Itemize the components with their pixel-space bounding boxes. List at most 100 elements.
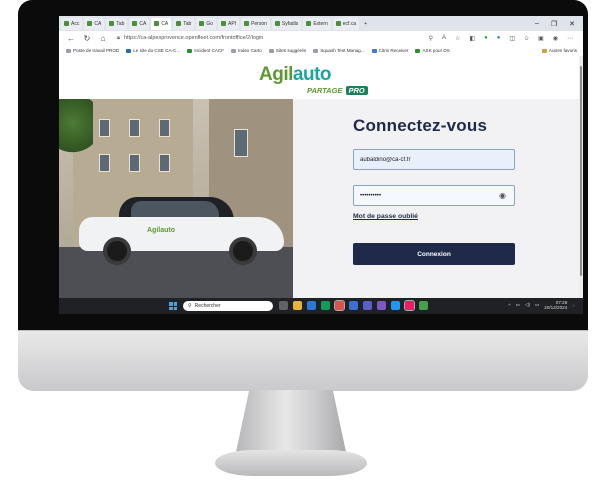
outlook-icon[interactable] (307, 301, 316, 310)
photo-window (234, 129, 248, 157)
bookmark[interactable]: Index Carto (231, 48, 262, 53)
notification-icon[interactable]: ◌ (572, 303, 575, 308)
tab[interactable]: Tab (106, 17, 128, 30)
chevron-up-icon[interactable]: ^ (508, 303, 510, 308)
tab-favicon-icon (87, 21, 93, 26)
minimize-button[interactable]: – (535, 20, 539, 28)
password-input[interactable] (360, 192, 490, 199)
clock[interactable]: 07:28 20/12/2024 (544, 300, 567, 310)
favorites-icon[interactable]: ✩ (524, 35, 529, 42)
battery-icon[interactable]: ▭ (535, 302, 539, 308)
bookmark[interactable]: Le site du CSE CA-C... (126, 48, 180, 53)
edge-icon[interactable] (321, 301, 330, 310)
page-scrollbar[interactable] (579, 56, 583, 298)
teams-icon[interactable] (363, 301, 372, 310)
refresh-icon[interactable]: ↻ (83, 34, 91, 43)
monitor: Acc CA Tab CA CA Tab Go API Person Syfad… (18, 0, 588, 476)
site-icon (126, 48, 132, 53)
page-icon (313, 48, 319, 53)
extension-icon[interactable]: ◧ (469, 35, 475, 42)
favorite-star-icon[interactable]: ☆ (455, 35, 460, 42)
agilauto-logo: Agilauto PARTAGE PRO (259, 64, 368, 95)
site-icon (415, 48, 421, 53)
bookmark[interactable]: ASK pour DS (415, 48, 450, 53)
home-icon[interactable]: ⌂ (99, 34, 107, 43)
back-icon[interactable]: ← (67, 34, 75, 43)
login-submit-button[interactable]: Connexion (353, 243, 515, 265)
windows-taskbar: ⚲ Rechercher ^ ▭ ◁) ▭ 07:28 20/12/2024 ◌ (59, 298, 583, 314)
email-field[interactable] (353, 149, 515, 170)
read-aloud-icon[interactable]: A (442, 35, 446, 42)
tab-favicon-icon (274, 21, 280, 26)
zoom-icon[interactable]: ⚲ (429, 35, 433, 42)
tab[interactable]: Go (196, 17, 216, 30)
other-bookmarks[interactable]: Autres favoris (541, 48, 577, 53)
maximize-button[interactable]: ❐ (551, 20, 557, 28)
tab[interactable]: Tab (173, 17, 195, 30)
volume-icon[interactable]: ◁) (525, 302, 530, 308)
clock-date: 20/12/2024 (544, 305, 568, 310)
app-icon[interactable] (404, 300, 415, 311)
tab-favicon-icon (244, 21, 250, 26)
app-icon[interactable] (349, 301, 358, 310)
taskbar-search[interactable]: ⚲ Rechercher (183, 301, 273, 311)
windows-start-icon[interactable] (169, 302, 177, 310)
forgot-password-link[interactable]: Mot de passe oublié (353, 213, 418, 220)
system-tray: ^ ▭ ◁) ▭ 07:28 20/12/2024 ◌ (508, 300, 575, 310)
more-menu-icon[interactable]: ⋯ (567, 35, 573, 42)
car-illustration: Agilauto (79, 195, 284, 267)
password-field[interactable]: ◉ (353, 185, 515, 206)
citrix-icon (371, 48, 377, 53)
tab[interactable]: Syfadis (271, 17, 302, 30)
app-icon[interactable] (391, 301, 400, 310)
bookmark[interactable]: Squash Test Manag... (313, 48, 365, 53)
show-password-eye-icon[interactable]: ◉ (499, 191, 506, 200)
address-bar: ← ↻ ⌂ 🔒︎ https://ca-alpesprovence.openfl… (59, 31, 583, 46)
login-panel: Connectez-vous ◉ Mot de passe oublié Con… (293, 99, 579, 298)
tab[interactable]: ecf.ca (332, 17, 360, 30)
tab-favicon-icon (109, 21, 115, 26)
hero-photo: Agilauto (59, 99, 293, 298)
close-button[interactable]: ✕ (569, 20, 575, 28)
app-icon[interactable] (419, 301, 428, 310)
page-icon (231, 48, 237, 53)
profile-icon[interactable]: ◉ (553, 35, 558, 42)
car-wheel (103, 237, 131, 265)
login-title: Connectez-vous (353, 116, 488, 135)
tab-active[interactable]: CA (151, 17, 172, 30)
tab[interactable]: Person (241, 17, 270, 30)
search-icon: ⚲ (188, 303, 192, 309)
file-explorer-icon[interactable] (293, 301, 302, 310)
new-tab-button[interactable]: + (361, 18, 370, 30)
extension-blue-icon[interactable]: ● (497, 35, 501, 42)
bookmark[interactable]: Incident CACF (187, 48, 224, 53)
app-icon[interactable] (334, 300, 345, 311)
logo-text: Agil (259, 64, 293, 85)
toolbar-icons: ⚲ A ☆ ◧ ● ● ◫ ✩ ▣ ◉ ⋯ (429, 35, 583, 42)
tab[interactable]: Extern (303, 17, 331, 30)
tab-favicon-icon (64, 21, 69, 26)
task-view-icon[interactable] (279, 301, 288, 310)
tab[interactable]: CA (84, 17, 105, 30)
tab[interactable]: CA (129, 17, 150, 30)
tab[interactable]: Acc (61, 17, 83, 30)
url-text: https://ca-alpesprovence.openfleet.com/f… (123, 35, 264, 41)
tab[interactable]: API (218, 17, 240, 30)
bookmark[interactable]: Sites suggérés (268, 48, 306, 53)
tab-favicon-icon (199, 21, 205, 26)
tab-strip: Acc CA Tab CA CA Tab Go API Person Syfad… (59, 16, 583, 31)
bookmark[interactable]: Citrix Receiver (371, 48, 408, 53)
split-screen-icon[interactable]: ◫ (509, 35, 515, 42)
photo-window (99, 119, 110, 137)
window-controls: – ❐ ✕ (535, 20, 583, 28)
email-input[interactable] (360, 156, 490, 163)
taskbar-search-placeholder: Rechercher (194, 303, 221, 309)
collections-icon[interactable]: ▣ (538, 35, 544, 42)
photo-window (129, 154, 140, 172)
bookmark[interactable]: Poste de travail PROD (66, 48, 119, 53)
network-icon[interactable]: ▭ (516, 302, 520, 308)
url-field[interactable]: 🔒︎ https://ca-alpesprovence.openfleet.co… (117, 33, 357, 43)
extension-green-icon[interactable]: ● (484, 35, 488, 42)
scrollbar-thumb[interactable] (580, 66, 582, 276)
app-icon[interactable] (377, 301, 386, 310)
